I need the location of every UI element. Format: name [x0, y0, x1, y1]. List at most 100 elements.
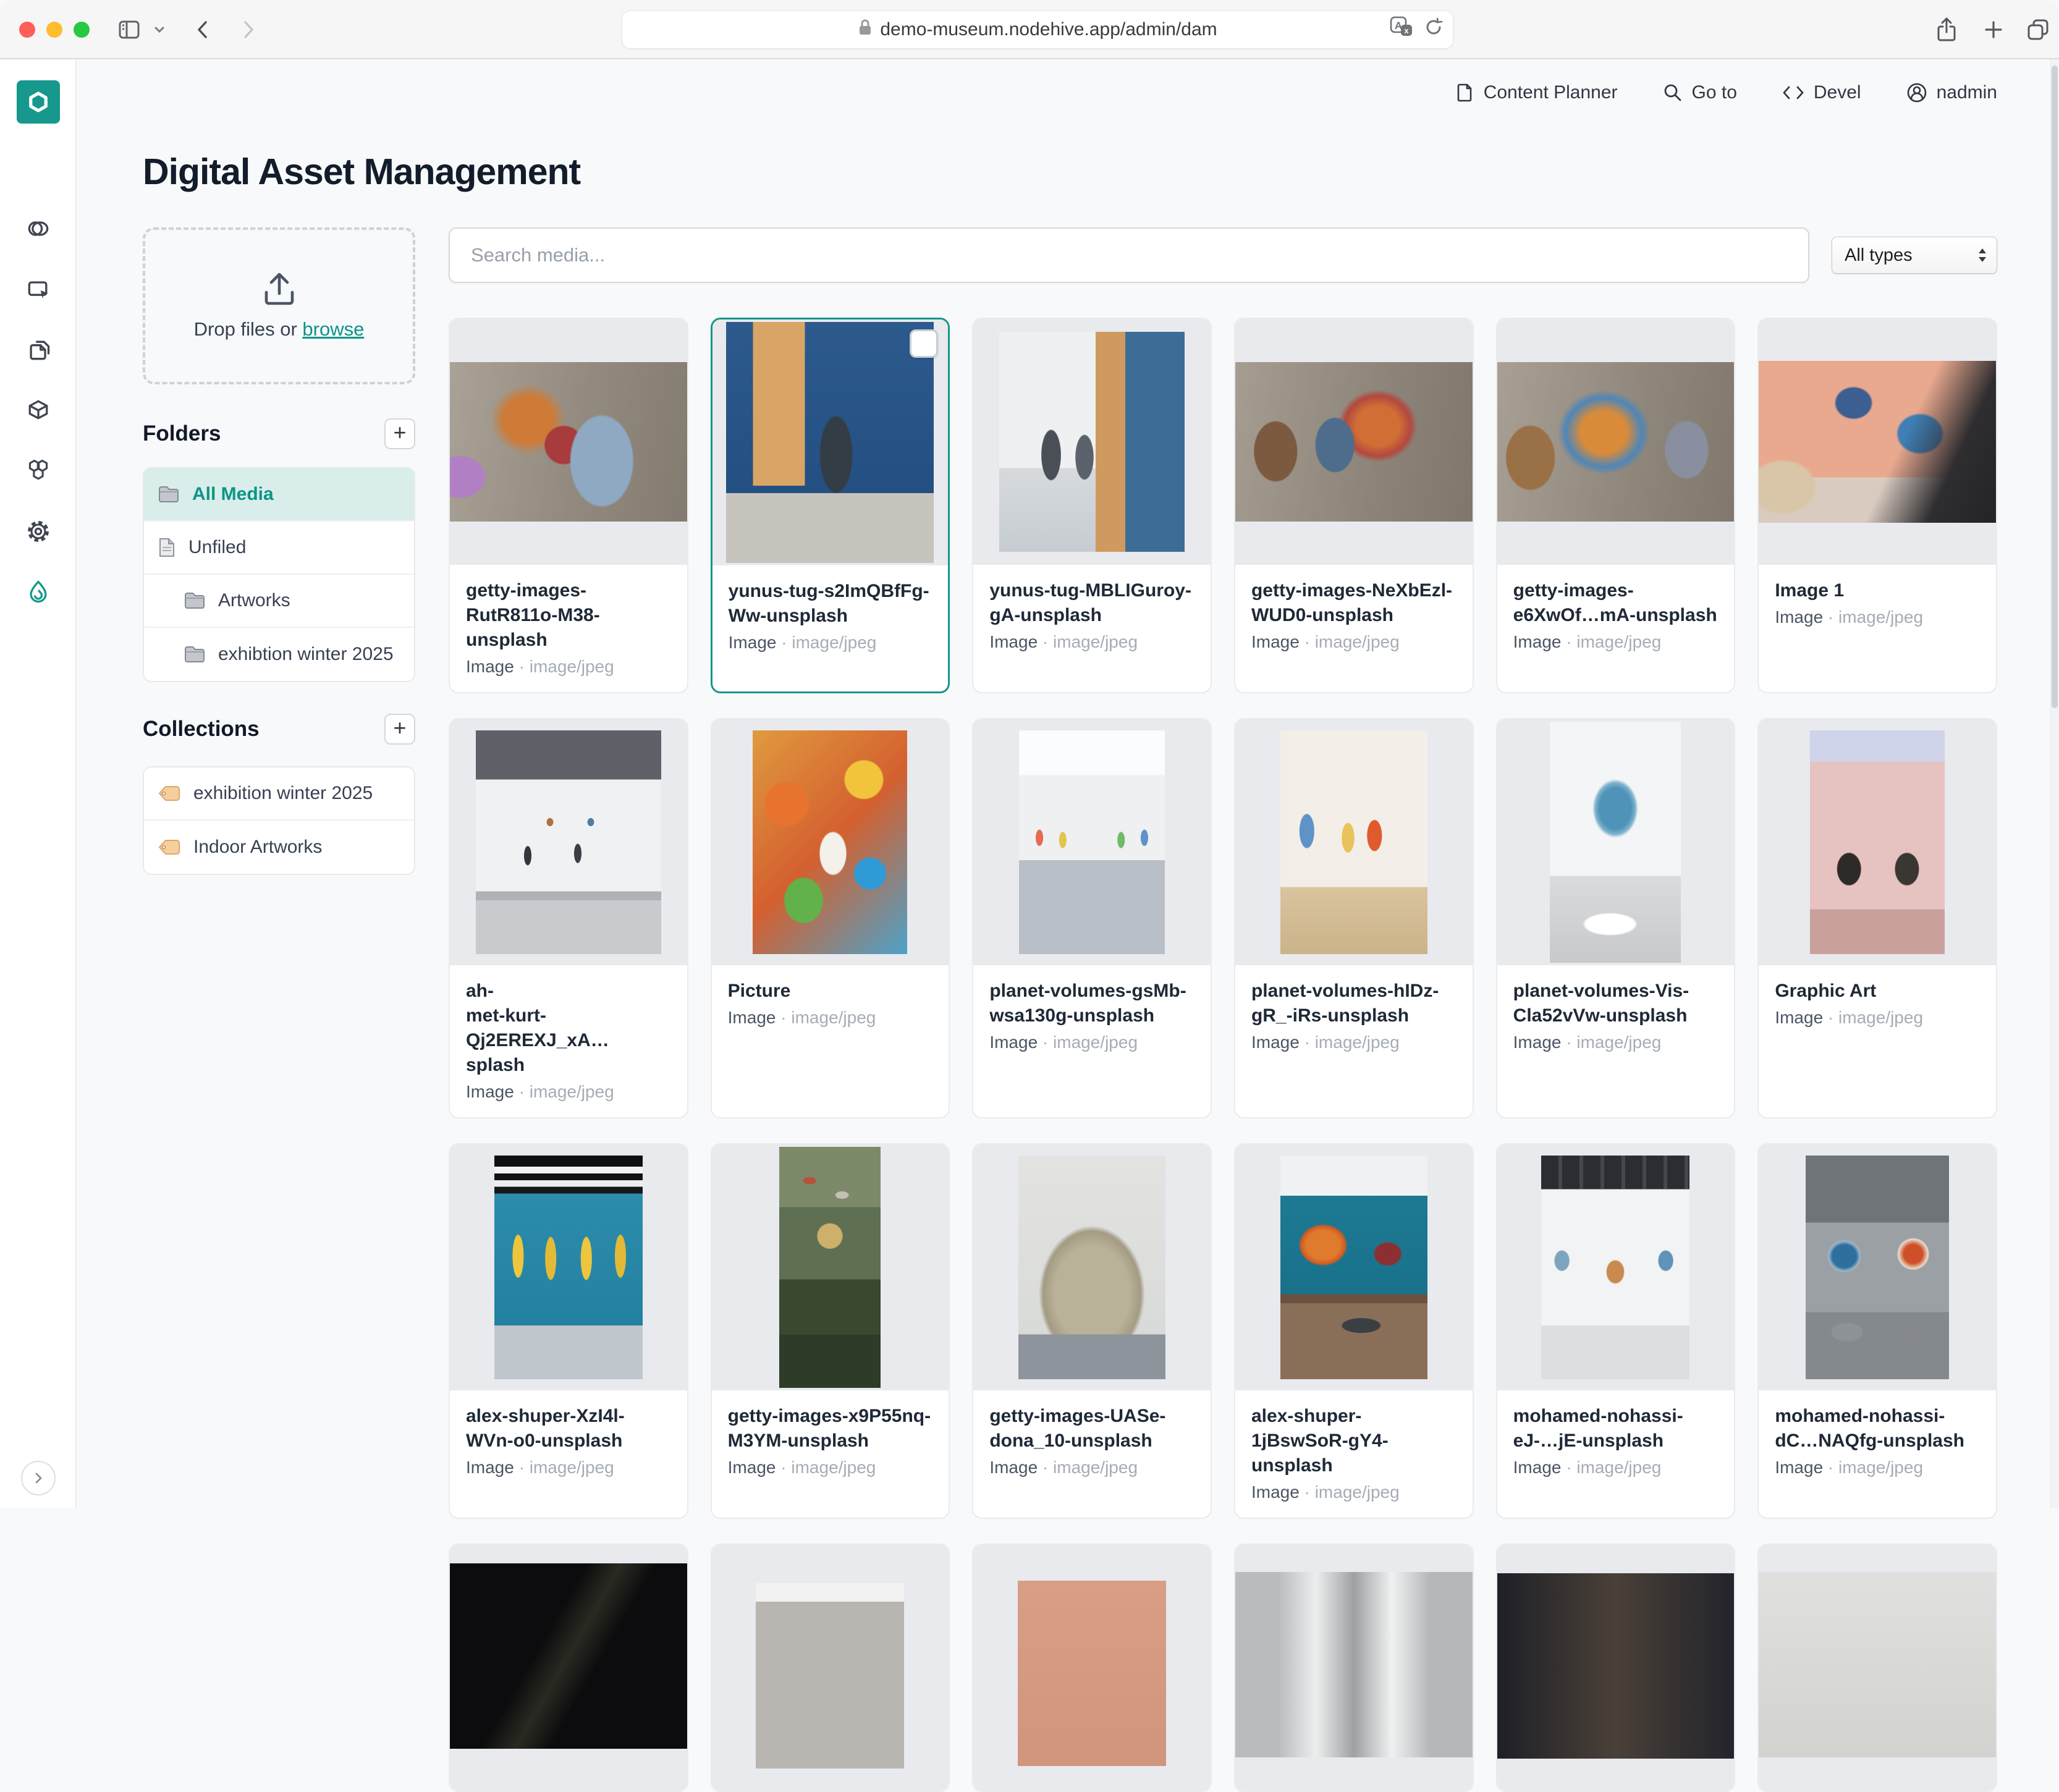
media-meta: Image · image/jpeg	[1775, 607, 1980, 628]
dam-content: All types getty-images-RutR811o-M38-unsp…	[449, 227, 1997, 1792]
drupal-icon[interactable]	[23, 577, 53, 607]
content-icon[interactable]	[23, 214, 53, 243]
devel-link[interactable]: Devel	[1782, 82, 1861, 103]
media-card[interactable]: yunus-tug-s2ImQBfFg-Ww-unsplashImage · i…	[711, 318, 950, 693]
media-card[interactable]: mohamed-nohassi-eJ-…jE-unsplashImage · i…	[1496, 1143, 1736, 1519]
folders-item[interactable]: exhibtion winter 2025	[144, 628, 414, 681]
media-card[interactable]: getty-images-UASe-dona_10-unsplashImage …	[972, 1143, 1212, 1519]
media-type: Image	[1775, 1458, 1823, 1477]
media-card[interactable]: alex-shuper-1jBswSoR-gY4-unsplashImage ·…	[1234, 1143, 1474, 1519]
media-type: Image	[1251, 1482, 1300, 1502]
window-minimize-button[interactable]	[46, 22, 62, 38]
media-card[interactable]: yunus-tug-MBLIGuroy-gA-unsplashImage · i…	[972, 318, 1212, 693]
media-card[interactable]	[1496, 1544, 1736, 1792]
media-mime: image/jpeg	[1576, 1033, 1661, 1052]
address-bar[interactable]: demo-museum.nodehive.app/admin/dam Ax	[622, 11, 1453, 49]
meta-separator: ·	[1300, 1482, 1315, 1502]
modules-icon[interactable]	[23, 456, 53, 486]
share-icon[interactable]	[1932, 15, 1961, 44]
folders-item[interactable]: All Media	[144, 468, 414, 522]
search-input[interactable]	[449, 227, 1809, 283]
go-to-link[interactable]: Go to	[1662, 82, 1737, 103]
meta-separator: ·	[776, 1458, 791, 1477]
media-card-body: mohamed-nohassi-dC…NAQfg-unsplashImage ·…	[1759, 1390, 1996, 1493]
sidebar-toggle-icon[interactable]	[114, 15, 144, 44]
add-folder-button[interactable]: +	[384, 418, 415, 449]
forward-icon[interactable]	[233, 15, 263, 44]
media-card[interactable]: PictureImage · image/jpeg	[711, 718, 950, 1118]
meta-separator: ·	[1300, 1033, 1315, 1052]
media-card[interactable]: getty-images-e6XwOf…mA-unsplashImage · i…	[1496, 318, 1736, 693]
meta-separator: ·	[1823, 1008, 1838, 1027]
translate-icon[interactable]: Ax	[1390, 16, 1414, 43]
collections-heading: Collections	[143, 717, 260, 742]
documents-icon[interactable]	[23, 335, 53, 365]
folders-item[interactable]: Unfiled	[144, 522, 414, 575]
sidebar-expand-button[interactable]	[21, 1461, 56, 1495]
media-card[interactable]: planet-volumes-hIDz-gR_-iRs-unsplashImag…	[1234, 718, 1474, 1118]
media-photo	[1497, 362, 1735, 522]
new-tab-icon[interactable]	[1979, 15, 2008, 44]
add-collection-button[interactable]: +	[384, 714, 415, 745]
content-planner-label: Content Planner	[1484, 82, 1618, 103]
media-card[interactable]: Graphic ArtImage · image/jpeg	[1757, 718, 1997, 1118]
type-filter-value: All types	[1845, 245, 1913, 266]
media-card[interactable]	[449, 1544, 688, 1792]
media-thumbnail	[1759, 1545, 1996, 1791]
media-card[interactable]: getty-images-RutR811o-M38-unsplashImage …	[449, 318, 688, 693]
media-meta: Image · image/jpeg	[466, 1457, 671, 1478]
cube-icon[interactable]	[23, 395, 53, 425]
media-type: Image	[1513, 632, 1562, 651]
media-card[interactable]: alex-shuper-XzI4l-WVn-o0-unsplash Image ·…	[449, 1143, 688, 1519]
media-checkbox[interactable]	[910, 329, 938, 358]
browse-link[interactable]: browse	[302, 318, 364, 340]
reload-icon[interactable]	[1423, 17, 1444, 43]
media-card[interactable]: Image 1Image · image/jpeg	[1757, 318, 1997, 693]
admin-topnav: Content Planner Go to Devel nadmin	[1454, 82, 1997, 104]
content-planner-link[interactable]: Content Planner	[1454, 82, 1618, 103]
type-filter-select[interactable]: All types	[1832, 237, 1997, 274]
media-meta: Image · image/jpeg	[989, 1032, 1194, 1053]
media-card[interactable]: planet-volumes-Vis-Cla52vVw-unsplashImag…	[1496, 718, 1736, 1118]
media-card[interactable]	[1757, 1544, 1997, 1792]
media-card[interactable]	[711, 1544, 950, 1792]
media-card-body: alex-shuper-1jBswSoR-gY4-unsplashImage ·…	[1235, 1390, 1473, 1518]
media-card-body: getty-images-UASe-dona_10-unsplashImage …	[973, 1390, 1211, 1493]
collections-list: exhibition winter 2025Indoor Artworks	[143, 766, 415, 875]
media-mime: image/jpeg	[530, 1458, 614, 1477]
scrollbar-thumb[interactable]	[2052, 66, 2058, 708]
file-dropzone[interactable]: Drop files or browse	[143, 227, 415, 384]
browser-toolbar: demo-museum.nodehive.app/admin/dam Ax	[0, 0, 2059, 59]
media-card[interactable]	[1234, 1544, 1474, 1792]
collections-item[interactable]: Indoor Artworks	[144, 821, 414, 874]
media-card-body: mohamed-nohassi-eJ-…jE-unsplashImage · i…	[1497, 1390, 1735, 1493]
media-card[interactable]: planet-volumes-gsMb-wsa130g-unsplashImag…	[972, 718, 1212, 1118]
window-close-button[interactable]	[19, 22, 35, 38]
media-card[interactable]: getty-images-x9P55nq-M3YM-unsplashImage …	[711, 1143, 950, 1519]
media-card[interactable]: ah- met-kurt-Qj2EREXJ_xA… splashImage · …	[449, 718, 688, 1118]
item-label: All Media	[192, 484, 274, 505]
page-scrollbar[interactable]	[2050, 59, 2059, 1508]
media-photo	[753, 730, 907, 954]
collections-header: Collections +	[143, 713, 415, 745]
media-card[interactable]	[972, 1544, 1212, 1792]
media-thumbnail	[1497, 1144, 1735, 1390]
collections-item[interactable]: exhibition winter 2025	[144, 767, 414, 821]
media-card[interactable]: getty-images-NeXbEzl-WUD0-unsplashImage …	[1234, 318, 1474, 693]
folders-item[interactable]: Artworks	[144, 575, 414, 628]
window-zoom-button[interactable]	[74, 22, 90, 38]
media-photo	[1235, 362, 1473, 522]
svg-text:x: x	[1404, 26, 1409, 35]
settings-gear-icon[interactable]	[23, 517, 53, 546]
user-menu[interactable]: nadmin	[1906, 82, 1997, 104]
media-photo	[1759, 361, 1996, 523]
meta-separator: ·	[1300, 632, 1315, 651]
tab-overview-icon[interactable]	[2023, 15, 2053, 44]
nodehive-logo[interactable]	[17, 80, 60, 124]
back-icon[interactable]	[188, 15, 218, 44]
media-card[interactable]: mohamed-nohassi-dC…NAQfg-unsplashImage ·…	[1757, 1143, 1997, 1519]
media-type: Image	[728, 1458, 776, 1477]
chevron-down-icon[interactable]	[150, 15, 169, 44]
pages-icon[interactable]	[23, 274, 53, 304]
media-title: alex-shuper-XzI4l-WVn-o0-unsplash	[466, 1404, 671, 1453]
